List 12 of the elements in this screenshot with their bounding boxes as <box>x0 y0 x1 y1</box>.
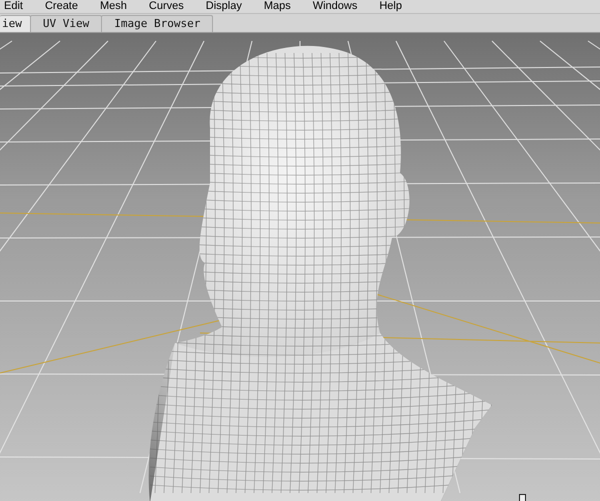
menu-item[interactable]: Create <box>44 0 78 13</box>
menu-item[interactable]: Mesh <box>100 0 127 13</box>
tab[interactable]: Image Browser <box>101 15 214 32</box>
menu-item[interactable]: Curves <box>148 0 184 13</box>
menu-item[interactable]: Edit <box>4 0 23 13</box>
tab[interactable]: iew <box>0 15 31 32</box>
menu-item[interactable]: Maps <box>264 0 291 13</box>
square-icon <box>519 494 526 501</box>
tab[interactable]: UV View <box>30 15 102 32</box>
menu-item[interactable]: Help <box>379 0 402 13</box>
menu-item[interactable]: Windows <box>312 0 358 13</box>
menu-item[interactable]: Display <box>206 0 242 13</box>
